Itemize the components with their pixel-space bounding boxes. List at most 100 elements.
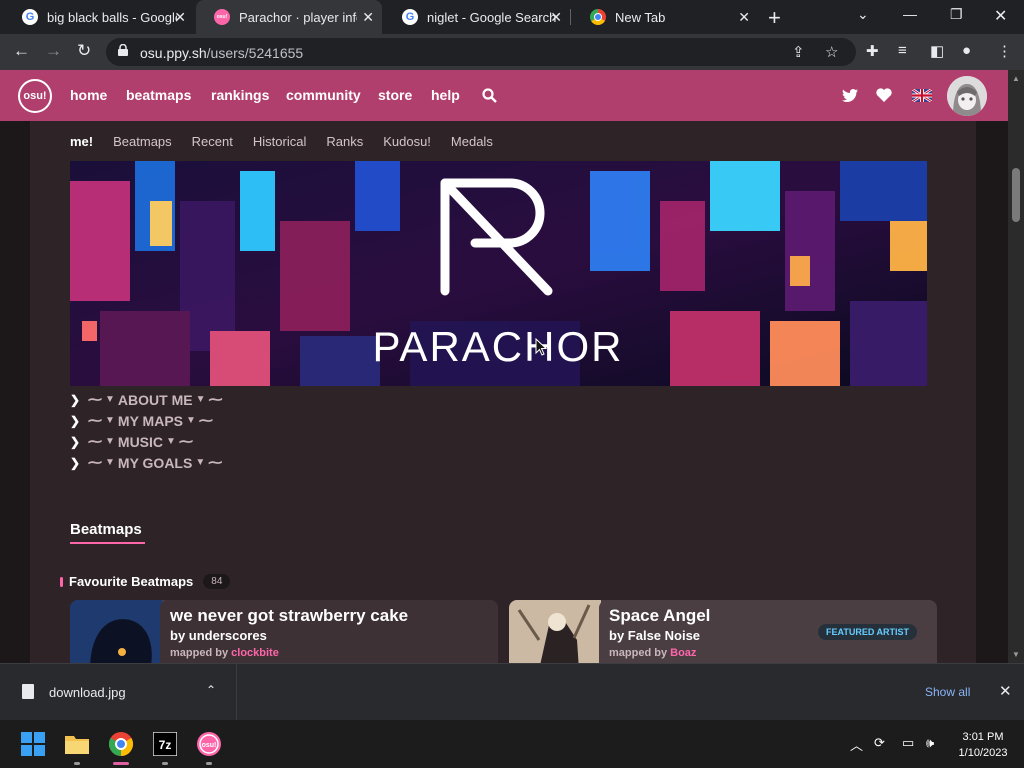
back-button[interactable]: ← [13, 41, 30, 61]
close-window-button[interactable]: ✕ [994, 6, 1007, 26]
scrollbar-thumb[interactable] [1012, 168, 1020, 222]
collapsible-my-goals[interactable]: ❯ ⁓ ▼ MY GOALS ▼ ⁓ [70, 452, 222, 473]
nav-store[interactable]: store [378, 87, 412, 103]
forward-button[interactable]: → [45, 41, 62, 61]
bookmark-star-icon[interactable]: ☆ [825, 43, 838, 61]
favourites-count-badge: 84 [203, 574, 231, 589]
system-clock[interactable]: 3:01 PM 1/10/2023 [952, 729, 1014, 761]
tab-google-2[interactable]: G niglet - Google Search ✕ [384, 0, 570, 34]
flourish-icon: ⁓ [88, 391, 102, 407]
nav-rankings[interactable]: rankings [211, 87, 269, 103]
close-tab-icon[interactable]: ✕ [174, 9, 186, 26]
restore-button[interactable]: ❐ [950, 6, 963, 23]
beatmap-title[interactable]: Space Angel [609, 606, 927, 626]
reload-button[interactable]: ↻ [77, 41, 91, 61]
nav-help[interactable]: help [431, 87, 460, 103]
mapper-link[interactable]: Boaz [670, 647, 696, 659]
nav-home[interactable]: home [70, 87, 107, 103]
running-indicator [74, 762, 80, 765]
show-all-button[interactable]: Show all [925, 685, 970, 699]
tab-search-chevron-icon[interactable]: ⌄ [857, 6, 869, 23]
download-bar: download.jpg ⌃ Show all ✕ [0, 663, 1024, 720]
beatmap-card[interactable]: we never got strawberry cake by undersco… [70, 600, 498, 663]
beatmaps-panel: Beatmaps Favourite Beatmaps 84 we never … [30, 501, 976, 663]
tray-overflow-chevron-icon[interactable]: ︿ [850, 735, 863, 754]
share-icon[interactable]: ⇪ [792, 43, 805, 61]
page-viewport: osu! home beatmaps rankings community st… [0, 70, 1008, 663]
url-text: osu.ppy.sh/users/5241655 [140, 45, 303, 61]
sync-icon[interactable]: ⟳ [874, 735, 885, 751]
beatmap-title[interactable]: we never got strawberry cake [170, 606, 488, 626]
address-bar[interactable]: osu.ppy.sh/users/5241655 ⇪ ☆ [106, 38, 856, 66]
close-download-bar-icon[interactable]: ✕ [999, 682, 1012, 700]
chevron-right-icon: ❯ [70, 455, 81, 470]
flourish-icon: ⁓ [88, 454, 102, 470]
nav-beatmaps[interactable]: beatmaps [126, 87, 191, 103]
menu-kebab-icon[interactable]: ⋮ [997, 42, 1012, 60]
active-indicator [113, 762, 129, 765]
chrome-icon[interactable] [109, 732, 133, 756]
browser-toolbar: ← → ↻ osu.ppy.sh/users/5241655 ⇪ ☆ ✚ ≡ ◧… [0, 34, 1024, 70]
tab-title: niglet - Google Search [427, 9, 557, 25]
page-scrollbar[interactable]: ▲ ▼ [1008, 70, 1024, 663]
twitter-icon[interactable] [842, 89, 858, 102]
7zip-icon[interactable]: 7z [153, 732, 177, 756]
tab-title: New Tab [615, 9, 666, 25]
windows-start-icon[interactable] [21, 732, 45, 756]
heart-icon[interactable] [876, 88, 892, 102]
osu-logo[interactable]: osu! [18, 79, 52, 113]
close-tab-icon[interactable]: ✕ [362, 9, 374, 26]
file-explorer-icon[interactable] [65, 732, 89, 756]
mapped-by-label: mapped by [170, 647, 229, 659]
network-icon[interactable]: ▭ [902, 735, 914, 751]
extensions-puzzle-icon[interactable]: ✚ [866, 42, 879, 60]
profile-tab-recent[interactable]: Recent [192, 134, 233, 149]
profile-tab-beatmaps[interactable]: Beatmaps [113, 134, 172, 149]
scroll-down-arrow-icon[interactable]: ▼ [1012, 650, 1020, 659]
profile-banner: PARACHOR [70, 161, 927, 386]
collapsible-my-maps[interactable]: ❯ ⁓ ▼ MY MAPS ▼ ⁓ [70, 410, 222, 431]
collapsible-label: MY MAPS [117, 412, 183, 429]
avatar[interactable] [947, 76, 987, 116]
nav-community[interactable]: community [286, 87, 361, 103]
about-collapsibles: ❯ ⁓ ▼ ABOUT ME ▼ ⁓ ❯ ⁓ ▼ MY MAPS ▼ ⁓ ❯ ⁓ ▼ MU… [70, 389, 222, 473]
tab-new-tab[interactable]: New Tab ✕ [572, 0, 758, 34]
beatmap-mapper-line: mapped by clockbite [170, 647, 488, 659]
collapsible-music[interactable]: ❯ ⁓ ▼ MUSIC ▼ ⁓ [70, 431, 222, 452]
side-panel-icon[interactable]: ◧ [930, 42, 944, 60]
new-tab-button[interactable]: + [768, 5, 781, 31]
profile-tab-medals[interactable]: Medals [451, 134, 493, 149]
close-tab-icon[interactable]: ✕ [738, 9, 750, 26]
close-tab-icon[interactable]: ✕ [550, 9, 562, 26]
profile-icon[interactable]: ● [962, 42, 971, 59]
uk-flag-icon[interactable] [912, 89, 932, 102]
collapsible-about-me[interactable]: ❯ ⁓ ▼ ABOUT ME ▼ ⁓ [70, 389, 222, 410]
url-path: /users/5241655 [206, 45, 304, 61]
flourish-icon: ⁓ [88, 412, 102, 428]
minimize-button[interactable]: — [903, 6, 917, 22]
flourish-icon: ⁓ [208, 391, 223, 407]
profile-tab-historical[interactable]: Historical [253, 134, 306, 149]
osu-app-icon[interactable]: osu! [197, 732, 221, 756]
mapper-link[interactable]: clockbite [231, 647, 279, 659]
beatmap-card[interactable]: Space Angel by False Noise mapped by Boa… [509, 600, 937, 663]
flourish-icon: ⁓ [178, 433, 193, 449]
chevron-up-icon[interactable]: ⌃ [206, 683, 216, 697]
triangle-down-icon: ▼ [105, 415, 115, 426]
profile-tab-kudosu[interactable]: Kudosu! [383, 134, 431, 149]
scroll-up-arrow-icon[interactable]: ▲ [1012, 74, 1020, 83]
beatmap-cover-image [70, 600, 162, 663]
profile-tab-ranks[interactable]: Ranks [326, 134, 363, 149]
tab-parachor[interactable]: osu! Parachor · player info | ✕ [196, 0, 382, 34]
download-item[interactable]: download.jpg ⌃ [0, 664, 237, 720]
tab-google-1[interactable]: G big black balls - Google ✕ [4, 0, 194, 34]
volume-icon[interactable]: 🕪 [926, 735, 934, 751]
flourish-icon: ⁓ [88, 433, 102, 449]
search-icon[interactable] [482, 88, 497, 103]
lock-icon[interactable] [118, 44, 128, 56]
profile-tab-me[interactable]: me! [70, 134, 93, 149]
featured-artist-badge[interactable]: FEATURED ARTIST [818, 624, 917, 640]
triangle-down-icon: ▼ [105, 436, 115, 447]
media-queue-icon[interactable]: ≡ [898, 42, 907, 59]
beatmap-card-info: Space Angel by False Noise mapped by Boa… [599, 600, 937, 663]
